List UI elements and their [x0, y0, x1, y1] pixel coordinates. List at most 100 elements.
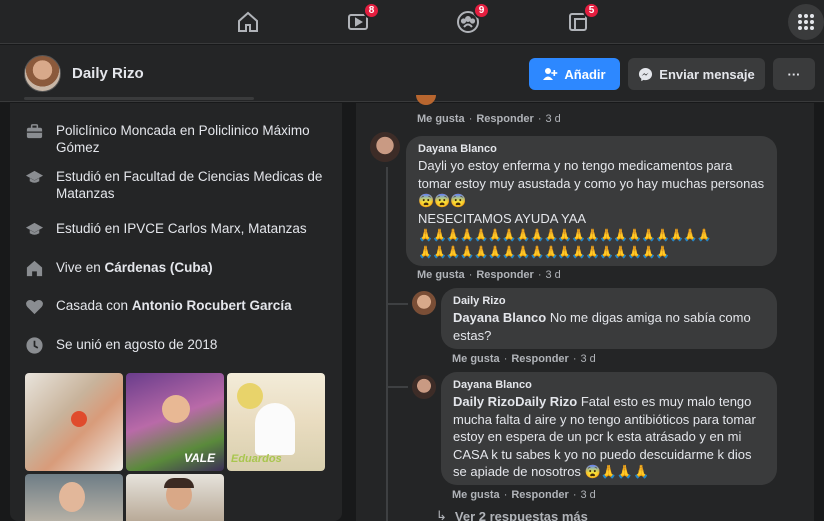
photo-caption: VALE — [184, 451, 216, 465]
avatar — [416, 95, 436, 105]
thread-line — [386, 167, 388, 521]
intro-education-text[interactable]: Estudió en Facultad de Ciencias Medicas … — [56, 168, 324, 202]
dress-shape — [255, 403, 295, 455]
comments-panel: Me gusta · Responder · 3 d Dayana Blanco D… — [356, 95, 814, 521]
groups-nav-button[interactable]: 9 — [452, 2, 490, 38]
profile-header-bar: Daily Rizo Añadir Enviar mensaje ··· — [0, 45, 824, 102]
like-link[interactable]: Me gusta — [417, 269, 465, 281]
profile-name[interactable]: Daily Rizo — [72, 65, 144, 82]
comment-timestamp[interactable]: 3 d — [546, 269, 561, 281]
add-friend-icon — [543, 68, 558, 80]
view-more-replies[interactable]: ↳ Ver 2 respuestas más — [436, 508, 588, 521]
comment-actions: Me gusta · Responder · 3 d — [417, 269, 561, 281]
comment-bubble: Daily Rizo Dayana Blanco No me digas ami… — [441, 288, 777, 349]
intro-joined-text: Se unió en agosto de 2018 — [56, 337, 218, 352]
mention-link[interactable]: Dayana Blanco — [453, 310, 546, 325]
more-options-button[interactable]: ··· — [773, 58, 815, 90]
featured-photo[interactable] — [25, 373, 123, 471]
comment-timestamp[interactable]: 3 d — [581, 353, 596, 365]
face-shape — [59, 482, 85, 512]
balloon-shape — [237, 383, 263, 409]
notification-badge: 9 — [473, 2, 490, 19]
intro-partner-link[interactable]: Antonio Rocubert García — [132, 298, 292, 313]
intro-relationship-prefix: Casada con — [56, 298, 132, 313]
like-link[interactable]: Me gusta — [452, 353, 500, 365]
separator-dot: · — [537, 113, 542, 125]
comment-author[interactable]: Dayana Blanco — [418, 142, 765, 156]
thread-branch — [386, 386, 408, 388]
home-nav-button[interactable] — [232, 6, 264, 38]
separator-dot: · — [572, 353, 577, 365]
comment-actions: Me gusta · Responder · 3 d — [417, 113, 561, 125]
comment-actions: Me gusta · Responder · 3 d — [452, 353, 596, 365]
send-message-label: Enviar mensaje — [659, 66, 755, 82]
reply-link[interactable]: Responder — [476, 113, 533, 125]
separator-dot: · — [503, 353, 508, 365]
intro-work-text[interactable]: Policlínico Moncada en Policlinico Máxim… — [56, 122, 324, 156]
separator-dot: · — [468, 269, 473, 281]
avatar[interactable] — [412, 375, 436, 399]
featured-photo[interactable] — [126, 474, 224, 521]
intro-work-item: Policlínico Moncada en Policlinico Máxim… — [24, 122, 324, 156]
photo-caption: Eduardos — [231, 453, 282, 465]
separator-dot: · — [468, 113, 473, 125]
mention-link[interactable]: Daily RizoDaily Rizo — [453, 394, 577, 409]
thread-branch — [386, 303, 408, 305]
comment-text: Dayana Blanco No me digas amiga no sabía… — [453, 309, 765, 344]
featured-photo[interactable]: Eduardos — [227, 373, 325, 471]
avatar[interactable] — [412, 291, 436, 315]
comment-author[interactable]: Dayana Blanco — [453, 378, 765, 392]
intro-education-item: Estudió en Facultad de Ciencias Medicas … — [24, 168, 324, 202]
home-icon — [238, 11, 258, 32]
comment-emoji-row: 🙏🙏🙏🙏🙏🙏🙏🙏🙏🙏🙏🙏🙏🙏🙏🙏🙏🙏🙏🙏🙏 — [418, 228, 712, 242]
comment-timestamp[interactable]: 3 d — [546, 113, 561, 125]
intro-education-text[interactable]: Estudió en IPVCE Carlos Marx, Matanzas — [56, 220, 307, 237]
comment-text: NESECITAMOS AYUDA YAA — [418, 210, 587, 226]
clown-nose-shape — [71, 411, 87, 427]
intro-lives-place-link[interactable]: Cárdenas (Cuba) — [105, 260, 213, 275]
comment-bubble: Dayana Blanco Dayli yo estoy enferma y n… — [406, 136, 777, 266]
separator-dot: · — [503, 489, 508, 501]
intro-panel: Policlínico Moncada en Policlinico Máxim… — [10, 97, 342, 521]
avatar[interactable] — [370, 132, 400, 162]
reply-link[interactable]: Responder — [511, 489, 568, 501]
featured-photo[interactable]: VALE — [126, 373, 224, 471]
briefcase-icon — [24, 121, 44, 141]
intro-joined-item: Se unió en agosto de 2018 — [24, 336, 324, 355]
gaming-nav-button[interactable]: 5 — [562, 2, 600, 38]
reply-link[interactable]: Responder — [476, 269, 533, 281]
view-more-replies-label: Ver 2 respuestas más — [454, 508, 588, 521]
intro-relationship-item: Casada con Antonio Rocubert García — [24, 297, 324, 316]
intro-lives-prefix: Vive en — [56, 260, 105, 275]
featured-photo[interactable] — [25, 474, 123, 521]
like-link[interactable]: Me gusta — [417, 113, 465, 125]
heart-icon — [24, 296, 44, 316]
comment-emoji-row: 🙏🙏🙏🙏🙏🙏🙏🙏🙏🙏🙏🙏🙏🙏🙏🙏🙏🙏 — [418, 245, 670, 259]
add-friend-label: Añadir — [564, 66, 606, 82]
menu-button[interactable] — [788, 4, 824, 40]
notification-badge: 5 — [583, 2, 600, 19]
graduation-cap-icon — [24, 219, 44, 239]
watch-nav-button[interactable]: 8 — [342, 2, 380, 38]
comment-author[interactable]: Daily Rizo — [453, 294, 765, 308]
intro-relationship-text: Casada con Antonio Rocubert García — [56, 297, 292, 314]
comment-timestamp[interactable]: 3 d — [581, 489, 596, 501]
avatar[interactable] — [24, 55, 61, 92]
add-friend-button[interactable]: Añadir — [529, 58, 620, 90]
messenger-icon — [639, 67, 653, 81]
reply-link[interactable]: Responder — [511, 353, 568, 365]
intro-lives-text: Vive en Cárdenas (Cuba) — [56, 259, 213, 276]
scroll-remnant — [24, 97, 254, 100]
like-link[interactable]: Me gusta — [452, 489, 500, 501]
send-message-button[interactable]: Enviar mensaje — [628, 58, 765, 90]
notification-badge: 8 — [363, 2, 380, 19]
grid-menu-icon — [798, 14, 814, 30]
top-navigation: 8 9 5 — [0, 0, 824, 44]
reply-arrow-icon: ↳ — [436, 508, 447, 521]
face-shape — [162, 395, 190, 423]
separator-dot: · — [572, 489, 577, 501]
home-icon — [24, 258, 44, 278]
separator-dot: · — [537, 269, 542, 281]
more-dots-icon: ··· — [787, 66, 801, 82]
comment-text: Daily RizoDaily Rizo Fatal esto es muy m… — [453, 393, 765, 481]
